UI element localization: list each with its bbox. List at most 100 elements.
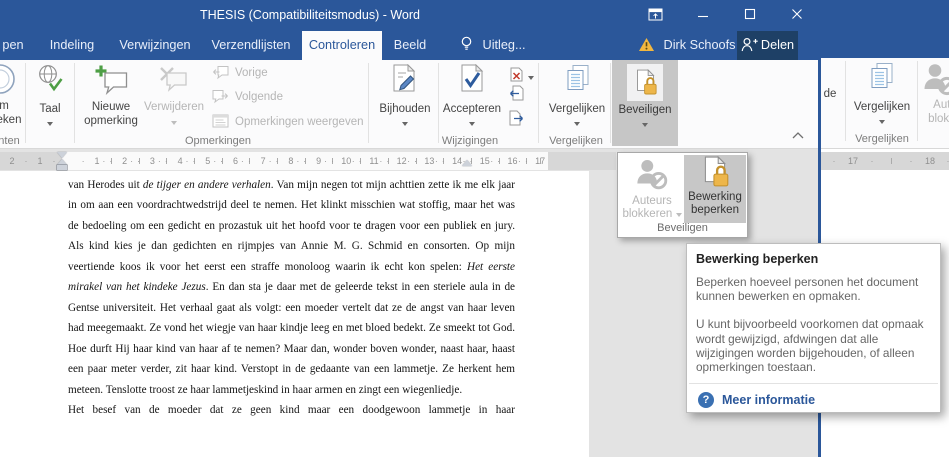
help-icon: ? (698, 392, 714, 408)
chevron-down-icon (675, 213, 682, 217)
tab-verzendlijsten[interactable]: Verzendlijsten (202, 31, 300, 60)
block-authors-icon (637, 160, 668, 190)
behind-titlebar (821, 0, 949, 58)
minimize-icon (698, 15, 708, 18)
track-changes-dropdown[interactable] (375, 117, 435, 129)
group-divider (368, 63, 369, 143)
restrict-editing-label-1: Bewerking (688, 191, 742, 203)
delete-comment-dropdown[interactable] (140, 116, 208, 128)
share-button[interactable]: Delen (737, 31, 798, 60)
maximize-button[interactable] (733, 0, 767, 28)
compare-icon (871, 63, 893, 88)
warning-icon (639, 38, 654, 51)
next-comment-icon (212, 90, 228, 104)
chevron-up-icon (792, 132, 804, 139)
language-button[interactable]: Taal (30, 103, 70, 116)
previous-comment-button[interactable]: Vorige (235, 67, 268, 79)
tab-beeld[interactable]: Beeld (384, 31, 436, 60)
protect-icon-tile (627, 64, 663, 101)
protect-menu: Auteurs blokkeren Bewerking beperken Bev… (617, 152, 748, 238)
ruler-front: 2 1 · · 1 · · 2 · · 3 · · 4 · · 5 · · 6 · · 7 · · 8 · · 9 · · 10 · · 11 · · 1… (0, 152, 616, 170)
tellme-button[interactable]: Uitleg... (460, 31, 526, 60)
show-comments-icon (212, 114, 229, 128)
ribbon-display-options-button[interactable] (638, 0, 672, 28)
menu-item-block-authors[interactable]: Auteurs blokkeren (621, 155, 683, 223)
protect-button[interactable]: Beveiligen (612, 60, 678, 146)
previous-change-icon[interactable] (509, 85, 524, 101)
signed-in-user[interactable]: Dirk Schoofs (638, 31, 735, 60)
behind-block-authors-label-2[interactable]: blokkeren (923, 113, 949, 126)
group-divider (610, 63, 611, 143)
close-button[interactable] (780, 0, 814, 28)
restrict-editing-lock-icon (704, 155, 729, 187)
document-page[interactable]: van Herodes uit de tijger en andere verh… (0, 171, 589, 457)
protect-menu-group-label: Beveiligen (657, 222, 708, 234)
tab-controleren[interactable]: Controleren (302, 31, 382, 60)
accept-change-dropdown[interactable] (440, 117, 504, 129)
group-divider (25, 63, 26, 143)
new-comment-label-1[interactable]: Nieuwe (80, 101, 142, 114)
titlebar: THESIS (Compatibiliteitsmodus) - Word (0, 0, 818, 31)
compare-dropdown[interactable] (545, 117, 609, 129)
tellme-label: Uitleg... (482, 38, 526, 52)
group-label-changes: Wijzigingen (441, 135, 499, 147)
first-line-indent-marker[interactable] (57, 152, 67, 158)
chevron-down-icon (574, 122, 580, 126)
ribbon-tab-row: pen Indeling Verwijzingen Verzendlijsten… (0, 31, 818, 60)
group-divider (917, 61, 918, 141)
chevron-down-icon (469, 122, 475, 126)
track-changes-button[interactable]: Bijhouden (375, 103, 435, 116)
protect-dropdown (613, 118, 677, 130)
group-divider (74, 63, 75, 143)
screenshot-root: THESIS (Compatibiliteitsmodus) - Word pe… (0, 0, 949, 457)
ribbon-display-options-icon (648, 8, 662, 20)
ruler-behind: 1718···· (821, 152, 949, 170)
group-label-partial: nten (0, 135, 20, 147)
compare-button[interactable]: Vergelijken (545, 103, 609, 116)
tooltip-title: Bewerking beperken (696, 252, 819, 266)
share-person-icon (741, 37, 758, 52)
language-dropdown[interactable] (30, 117, 70, 129)
new-comment-label-2[interactable]: opmerking (80, 115, 142, 128)
behind-compare-button[interactable]: Vergelijken (848, 101, 916, 114)
smart-lookup-label-1[interactable]: m (0, 100, 12, 113)
block-authors-icon (924, 64, 949, 96)
group-divider (845, 61, 846, 141)
more-info-link[interactable]: Meer informatie (722, 393, 815, 407)
lightbulb-icon (461, 36, 472, 50)
accept-change-icon (461, 64, 484, 92)
new-comment-icon (95, 65, 128, 95)
delete-comment-icon (160, 67, 187, 92)
smart-lookup-icon (0, 64, 15, 94)
collapse-ribbon-button[interactable] (790, 130, 806, 142)
behind-block-authors-label-1[interactable]: Auteurs (925, 99, 949, 112)
tab-verwijzingen[interactable]: Verwijzingen (110, 31, 200, 60)
tab-indeling[interactable]: Indeling (36, 31, 108, 60)
tooltip-divider (689, 383, 938, 384)
window-title: THESIS (Compatibiliteitsmodus) - Word (200, 8, 420, 22)
left-indent-marker[interactable] (57, 165, 67, 170)
next-change-icon[interactable] (509, 110, 524, 126)
group-label-comments: Opmerkingen (184, 135, 252, 147)
reject-change-dropdown[interactable] (526, 71, 536, 83)
smart-lookup-label-2[interactable]: eken (0, 114, 24, 127)
behind-compare-dropdown[interactable] (848, 115, 916, 127)
accept-change-button[interactable]: Accepteren (440, 103, 504, 116)
tooltip-paragraph-2: U kunt bijvoorbeeld voorkomen dat opmaak… (696, 317, 924, 375)
minimize-button[interactable] (686, 0, 720, 28)
menu-item-restrict-editing[interactable]: Bewerking beperken (684, 155, 746, 223)
chevron-down-icon (528, 76, 534, 80)
document-text[interactable]: van Herodes uit de tijger en andere verh… (68, 175, 515, 420)
tooltip-paragraph-1: Beperken hoeveel personen het document k… (696, 275, 919, 304)
behind-partial-label: de (823, 88, 837, 100)
close-icon (792, 9, 802, 19)
block-authors-label-1: Auteurs (632, 195, 672, 207)
delete-comment-button[interactable]: Verwijderen (140, 101, 208, 114)
more-info-row[interactable]: ? Meer informatie (698, 392, 815, 408)
tab-partial-ontwerpen[interactable]: pen (0, 31, 26, 60)
ribbon: m eken nten Taal Nieuwe opmerking Verwij… (0, 60, 818, 149)
block-authors-label-2: blokkeren (621, 208, 683, 221)
next-comment-button[interactable]: Volgende (235, 91, 283, 103)
reject-change-icon[interactable] (510, 67, 523, 82)
show-comments-button[interactable]: Opmerkingen weergeven (235, 116, 364, 128)
